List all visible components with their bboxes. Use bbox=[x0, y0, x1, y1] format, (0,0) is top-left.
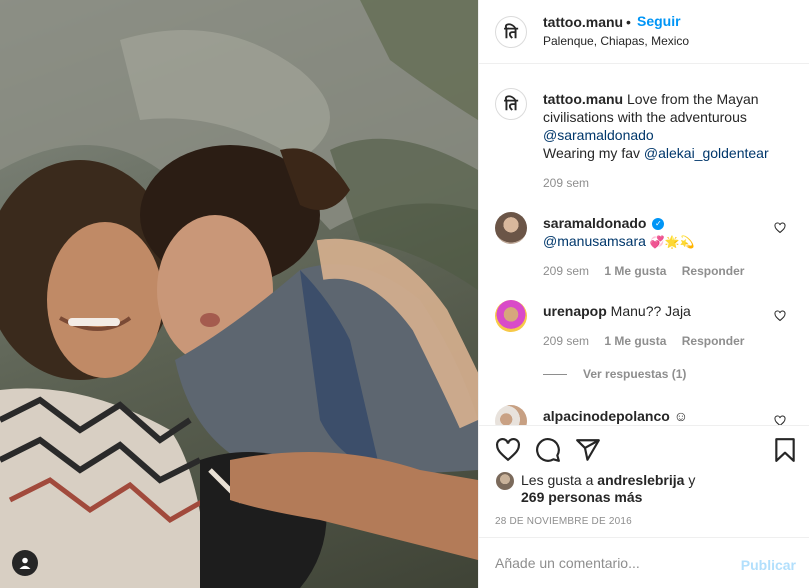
author-username[interactable]: tattoo.manu bbox=[543, 14, 623, 30]
post-photo[interactable] bbox=[0, 0, 478, 588]
follow-button[interactable]: Seguir bbox=[637, 13, 681, 29]
caption-author-avatar[interactable]: ति bbox=[495, 88, 527, 120]
post-location[interactable]: Palenque, Chiapas, Mexico bbox=[543, 34, 689, 48]
post-header: ति tattoo.manu • Seguir Palenque, Chiapa… bbox=[479, 0, 809, 64]
comment-meta: 209 sem 1 Me gusta Responder bbox=[543, 334, 756, 348]
reply-button[interactable]: Responder bbox=[682, 264, 745, 278]
comment-emojis: 💞🌟💫 bbox=[649, 235, 695, 249]
caption-timestamp[interactable]: 209 sem bbox=[543, 176, 589, 190]
comment-text: Manu?? Jaja bbox=[610, 303, 691, 319]
user-tag-icon bbox=[19, 557, 31, 569]
commenter-username[interactable]: saramaldonado bbox=[543, 215, 646, 231]
commenter-avatar[interactable] bbox=[495, 300, 527, 332]
comment-icon[interactable] bbox=[535, 437, 561, 463]
heart-icon[interactable] bbox=[495, 437, 521, 463]
comment-time[interactable]: 209 sem bbox=[543, 334, 589, 348]
replies-divider bbox=[543, 374, 567, 376]
liker-username[interactable]: andreslebrija bbox=[597, 472, 684, 488]
view-replies-button[interactable]: Ver respuestas (1) bbox=[543, 367, 686, 381]
commenter-username[interactable]: alpacinodepolanco bbox=[543, 408, 670, 424]
caption-mention-2[interactable]: @alekai_goldentear bbox=[644, 145, 769, 161]
publish-button[interactable]: Publicar bbox=[741, 557, 796, 573]
likes-prefix: Les gusta a bbox=[521, 472, 594, 488]
caption-text: tattoo.manu Love from the Mayan civilisa… bbox=[543, 90, 783, 162]
comments-list[interactable]: ति tattoo.manu Love from the Mayan civil… bbox=[479, 65, 809, 425]
author-avatar[interactable]: ति bbox=[495, 16, 527, 48]
caption-mention-1[interactable]: @saramaldonado bbox=[543, 127, 654, 143]
post-actions: Les gusta a andreslebrija y 269 personas… bbox=[479, 425, 809, 515]
post-date[interactable]: 28 DE NOVIEMBRE DE 2016 bbox=[495, 516, 632, 527]
user-tag-button[interactable] bbox=[12, 550, 38, 576]
comment-likes[interactable]: 1 Me gusta bbox=[604, 264, 666, 278]
like-comment-heart-icon[interactable] bbox=[774, 222, 786, 234]
comment-time[interactable]: 209 sem bbox=[543, 264, 589, 278]
header-separator: • bbox=[626, 14, 631, 30]
share-icon[interactable] bbox=[575, 437, 601, 463]
comment-likes[interactable]: 1 Me gusta bbox=[604, 334, 666, 348]
like-comment-heart-icon[interactable] bbox=[774, 415, 786, 425]
commenter-avatar[interactable] bbox=[495, 212, 527, 244]
verified-icon: ✓ bbox=[652, 218, 665, 231]
likes-conj: y bbox=[688, 472, 696, 488]
comment-input[interactable] bbox=[495, 550, 725, 576]
comment-text: ☺ bbox=[673, 408, 688, 424]
liker-avatar[interactable] bbox=[495, 471, 515, 492]
caption-username[interactable]: tattoo.manu bbox=[543, 91, 623, 107]
comment-meta: 209 sem 1 Me gusta Responder bbox=[543, 264, 756, 278]
like-comment-heart-icon[interactable] bbox=[774, 310, 786, 322]
comment-body: saramaldonado ✓ @manusamsara 💞🌟💫 bbox=[543, 214, 763, 251]
reply-button[interactable]: Responder bbox=[682, 334, 745, 348]
add-comment-bar: Publicar bbox=[479, 537, 809, 588]
post-detail-panel: ति tattoo.manu • Seguir Palenque, Chiapa… bbox=[478, 0, 809, 588]
view-replies-label: Ver respuestas (1) bbox=[583, 367, 687, 381]
likes-others[interactable]: 269 personas más bbox=[521, 489, 642, 505]
comment-body: urenapop Manu?? Jaja bbox=[543, 302, 763, 320]
commenter-username[interactable]: urenapop bbox=[543, 303, 607, 319]
commenter-avatar[interactable] bbox=[495, 405, 527, 425]
comment-mention[interactable]: @manusamsara bbox=[543, 233, 646, 249]
comment-body: alpacinodepolanco ☺ bbox=[543, 407, 763, 425]
caption-line-2: Wearing my fav bbox=[543, 145, 640, 161]
photo-illustration bbox=[0, 0, 478, 588]
bookmark-icon[interactable] bbox=[772, 437, 798, 463]
